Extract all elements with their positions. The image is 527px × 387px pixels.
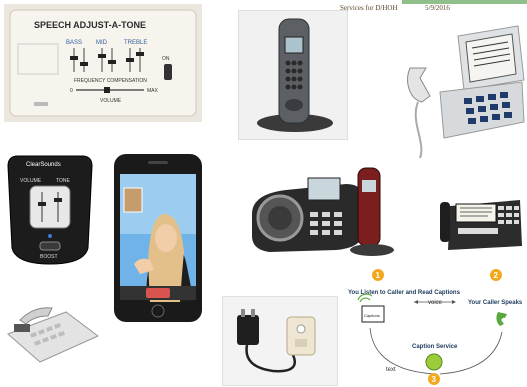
answering-machine bbox=[252, 167, 394, 256]
video-phone-photo bbox=[110, 152, 206, 324]
caption-service-icon bbox=[425, 353, 443, 371]
clearsounds-photo: ClearSounds VOLUME TONE BOOST bbox=[4, 152, 96, 268]
caption-service-label: Caption Service bbox=[412, 344, 458, 350]
power-switch[interactable] bbox=[164, 64, 172, 80]
amplifier-title: SPEECH ADJUST-A-TONE bbox=[34, 20, 146, 30]
clearsounds-brand: ClearSounds bbox=[26, 162, 61, 168]
caption-flow-diagram: 1 2 You Listen to Caller and Read Captio… bbox=[348, 269, 523, 385]
volume-label: VOLUME bbox=[100, 98, 122, 104]
caller-speaks-label: Your Caller Speaks bbox=[468, 300, 523, 306]
step-2-number: 2 bbox=[494, 271, 499, 280]
volume-max-label: MAX bbox=[147, 88, 159, 94]
clearsounds-amplifier: ClearSounds VOLUME TONE BOOST bbox=[7, 155, 93, 265]
self-view-thumbnail bbox=[123, 187, 143, 213]
bass-label: BASS bbox=[66, 40, 82, 46]
tty-photo bbox=[4, 286, 100, 366]
header-accent-bar bbox=[402, 0, 527, 4]
signaler-box bbox=[286, 316, 316, 356]
end-call-button[interactable] bbox=[146, 288, 170, 298]
adapter-photo bbox=[222, 296, 338, 386]
treble-slider-knob[interactable] bbox=[126, 58, 134, 62]
amplifier-photo: SPEECH ADJUST-A-TONE BASS MID TREBLE FRE… bbox=[4, 4, 202, 122]
you-listen-label: You Listen to Caller and Read Captions bbox=[348, 290, 461, 296]
desk-handset bbox=[440, 202, 450, 242]
switch-label: ON bbox=[162, 56, 170, 62]
step-3-number: 3 bbox=[432, 375, 437, 384]
boost-button[interactable] bbox=[39, 241, 61, 251]
caption-phone-photo bbox=[400, 22, 527, 164]
captions-screen-label: Captions bbox=[364, 313, 380, 318]
boost-label: BOOST bbox=[40, 254, 58, 260]
desk-caption-phone-photo bbox=[436, 196, 526, 252]
volume-label: VOLUME bbox=[20, 178, 42, 184]
bluetooth-indicator bbox=[48, 234, 52, 238]
caption-phone bbox=[407, 25, 525, 159]
treble-label: TREBLE bbox=[124, 40, 147, 46]
volume-slider[interactable] bbox=[38, 202, 46, 206]
power-adapter bbox=[237, 309, 316, 373]
volume-min-label: 0 bbox=[70, 88, 73, 94]
slide-date: 5/9/2016 bbox=[425, 4, 450, 12]
phone-screen bbox=[284, 36, 304, 54]
cordless-phone bbox=[257, 18, 333, 132]
mid-slider-knob[interactable] bbox=[98, 54, 106, 58]
compensation-label: FREQUENCY COMPENSATION bbox=[74, 78, 147, 84]
caption-service-diagram: 1 2 You Listen to Caller and Read Captio… bbox=[344, 266, 527, 387]
smartphone bbox=[114, 154, 202, 322]
caption-display bbox=[455, 203, 497, 223]
tty-device bbox=[7, 307, 99, 363]
answering-machine-photo bbox=[246, 166, 400, 258]
slide-header: Services for D/HOH 5/9/2016 bbox=[340, 4, 450, 12]
tone-slider[interactable] bbox=[54, 198, 62, 202]
cordless-phone-photo bbox=[238, 10, 348, 140]
handset bbox=[407, 67, 431, 103]
cordless-handset bbox=[357, 167, 381, 247]
tone-label: TONE bbox=[56, 178, 70, 184]
step-1-number: 1 bbox=[376, 271, 381, 280]
text-label: text bbox=[386, 367, 396, 373]
volume-slider-knob[interactable] bbox=[104, 87, 110, 93]
amplifier-device: SPEECH ADJUST-A-TONE BASS MID TREBLE FRE… bbox=[9, 9, 197, 117]
mid-label: MID bbox=[96, 40, 108, 46]
desk-caption-phone bbox=[440, 200, 522, 250]
voice-label: voice bbox=[428, 300, 443, 306]
caller-phone-icon bbox=[496, 312, 507, 326]
interpreter-face bbox=[155, 224, 177, 252]
slide-title: Services for D/HOH bbox=[340, 4, 398, 12]
bass-slider-knob[interactable] bbox=[70, 56, 78, 60]
base-display bbox=[307, 177, 341, 201]
